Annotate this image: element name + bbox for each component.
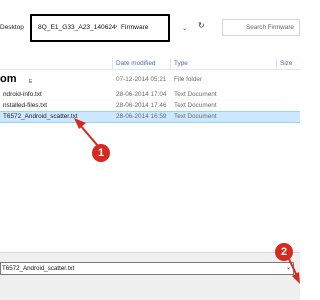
annotation-badge-2: 2 xyxy=(275,243,293,261)
annotation-badge-1: 1 xyxy=(92,144,110,162)
annotation-arrows xyxy=(74,118,300,284)
arrow-2 xyxy=(288,258,300,284)
arrow-1 xyxy=(74,118,99,147)
